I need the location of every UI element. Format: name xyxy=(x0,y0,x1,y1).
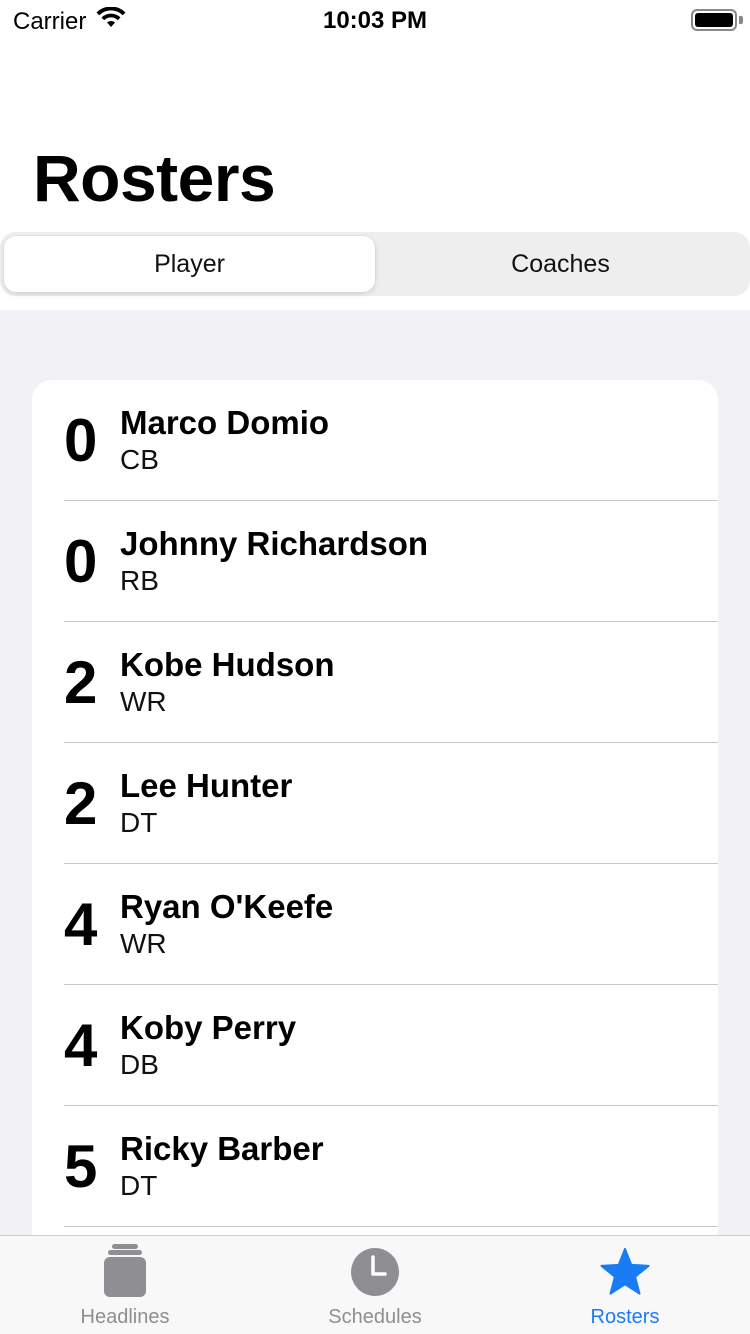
segment-coaches[interactable]: Coaches xyxy=(375,236,746,292)
roster-row[interactable]: 0 Johnny Richardson RB xyxy=(32,501,718,622)
tab-label: Schedules xyxy=(328,1306,422,1328)
tab-label: Headlines xyxy=(80,1306,170,1328)
segmented-control: Player Coaches xyxy=(0,232,750,296)
page-title: Rosters xyxy=(33,141,276,215)
player-number: 4 xyxy=(64,1011,98,1079)
roster-row[interactable]: 4 Koby Perry DB xyxy=(32,985,718,1106)
player-number: 4 xyxy=(64,890,98,958)
battery-fill xyxy=(695,13,733,27)
player-info: Johnny Richardson RB xyxy=(120,525,428,598)
player-number: 2 xyxy=(64,648,98,716)
roster-row[interactable]: 5 Ricky Barber DT xyxy=(32,1106,718,1227)
player-number: 0 xyxy=(64,406,98,474)
player-number: 0 xyxy=(64,527,98,595)
tab-bar: Headlines Schedules Rosters xyxy=(0,1235,750,1334)
tab-label: Rosters xyxy=(590,1306,660,1328)
roster-row[interactable]: 2 Kobe Hudson WR xyxy=(32,622,718,743)
player-position: DT xyxy=(120,1169,158,1201)
player-name: Ricky Barber xyxy=(120,1130,324,1168)
star-icon xyxy=(599,1246,651,1298)
player-info: Lee Hunter DT xyxy=(120,767,292,840)
status-bar: Carrier 10:03 PM xyxy=(0,0,750,40)
battery-icon xyxy=(691,9,737,31)
app-root: Carrier 10:03 PM Rosters Player Coaches … xyxy=(0,0,750,1334)
roster-row[interactable]: 0 Marco Domio CB xyxy=(32,380,718,501)
player-info: Koby Perry DB xyxy=(120,1009,296,1082)
tab-schedules[interactable]: Schedules xyxy=(250,1236,500,1334)
player-name: Lee Hunter xyxy=(120,767,293,805)
roster-list[interactable]: 0 Marco Domio CB 0 Johnny Richardson RB … xyxy=(32,380,718,1280)
tab-headlines[interactable]: Headlines xyxy=(0,1236,250,1334)
player-position: DT xyxy=(120,806,158,838)
player-name: Marco Domio xyxy=(120,404,330,442)
player-position: CB xyxy=(120,443,159,475)
player-info: Kobe Hudson WR xyxy=(120,646,334,719)
player-position: WR xyxy=(120,927,167,959)
player-info: Ricky Barber DT xyxy=(120,1130,324,1203)
tab-rosters[interactable]: Rosters xyxy=(500,1236,750,1334)
roster-row[interactable]: 4 Ryan O'Keefe WR xyxy=(32,864,718,985)
newspaper-icon xyxy=(99,1244,151,1298)
player-position: RB xyxy=(120,564,159,596)
player-info: Ryan O'Keefe WR xyxy=(120,888,333,961)
player-name: Kobe Hudson xyxy=(120,646,335,684)
battery-nub xyxy=(739,16,743,24)
status-time: 10:03 PM xyxy=(322,7,428,34)
player-number: 5 xyxy=(64,1132,98,1200)
segment-player[interactable]: Player xyxy=(4,236,375,292)
player-info: Marco Domio CB xyxy=(120,404,329,477)
player-position: DB xyxy=(120,1048,159,1080)
player-name: Koby Perry xyxy=(120,1009,297,1047)
clock-icon xyxy=(349,1246,401,1298)
player-number: 2 xyxy=(64,769,98,837)
player-position: WR xyxy=(120,685,167,717)
player-name: Ryan O'Keefe xyxy=(120,888,334,926)
roster-row[interactable]: 2 Lee Hunter DT xyxy=(32,743,718,864)
player-name: Johnny Richardson xyxy=(120,525,429,563)
